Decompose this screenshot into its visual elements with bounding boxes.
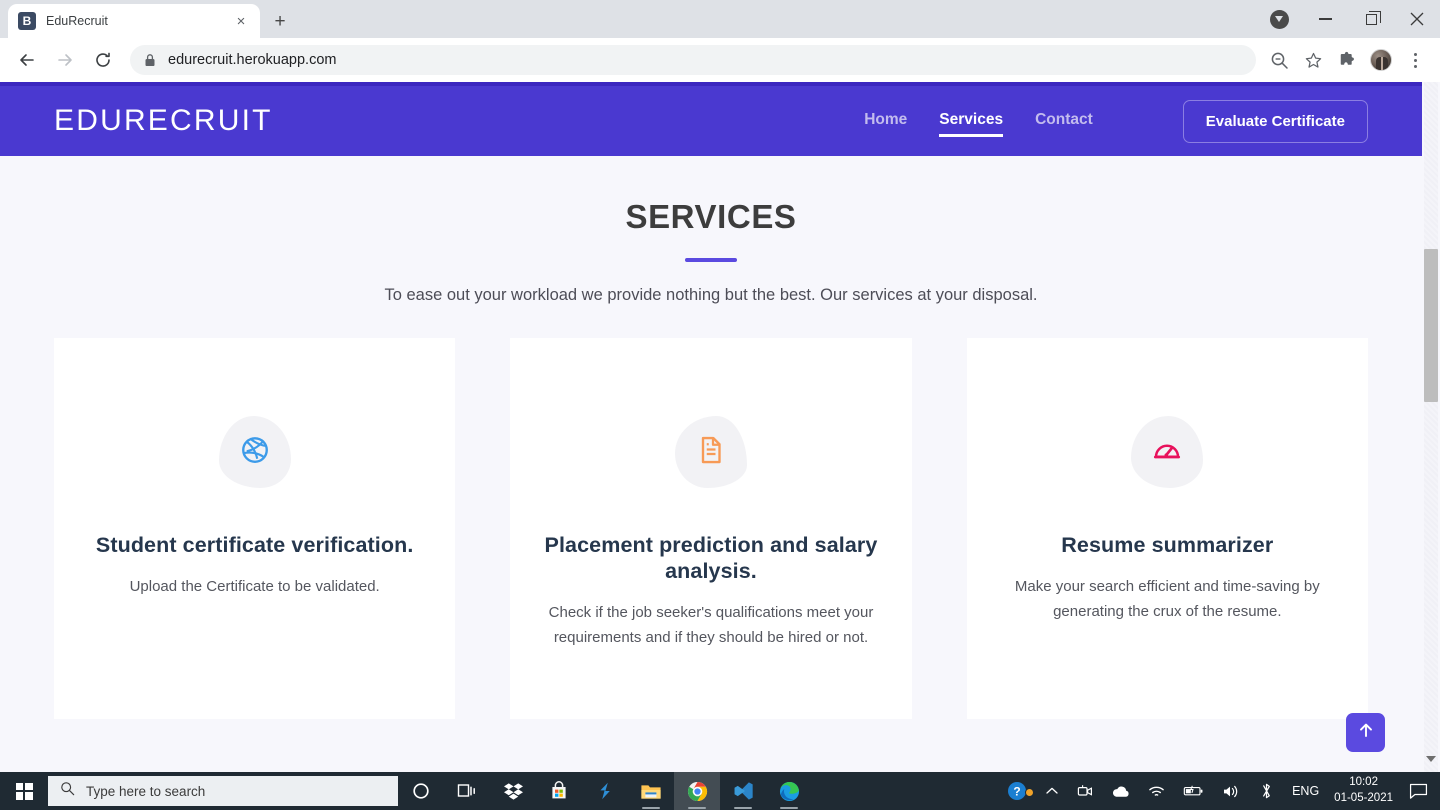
site-nav: Home Services Contact Evaluate Certifica… [864,99,1368,143]
url-text: edurecruit.herokuapp.com [168,52,337,68]
scrollbar-track[interactable] [1424,82,1438,772]
bluetooth-icon[interactable] [1250,783,1283,799]
site-logo[interactable]: EDURECRUIT [54,104,273,138]
file-explorer-icon[interactable] [628,772,674,810]
task-view-icon[interactable] [444,772,490,810]
restore-button[interactable] [1348,0,1394,38]
page-title: SERVICES [625,198,797,235]
title-accent-bar [685,258,737,262]
card-description: Check if the job seeker's qualifications… [548,604,874,646]
scrollbar-thumb[interactable] [1424,249,1438,402]
svg-text:?: ? [1013,784,1020,798]
service-card[interactable]: Student certificate verification. Upload… [54,338,456,719]
vs-code-icon[interactable] [720,772,766,810]
nav-item-services[interactable]: Services [939,111,1003,137]
taskbar-search-input[interactable]: Type here to search [48,776,398,806]
card-title: Placement prediction and salary analysis… [544,533,878,584]
page-viewport: EDURECRUIT Home Services Contact Evaluat… [0,82,1440,772]
taskbar-clock[interactable]: 10:02 01-05-2021 [1328,775,1403,806]
icon-blob [674,416,747,488]
show-hidden-icons-chevron[interactable] [1036,785,1068,797]
help-badge [1025,788,1035,797]
browser-tab[interactable]: B EduRecruit × [8,4,260,38]
web-page: EDURECRUIT Home Services Contact Evaluat… [0,82,1422,772]
speedometer-gauge-icon [1152,435,1182,470]
back-arrow-icon[interactable] [8,43,46,77]
card-description: Upload the Certificate to be validated. [129,578,380,596]
page-scrollbar[interactable] [1422,82,1440,772]
nav-item-contact[interactable]: Contact [1035,111,1093,132]
forward-arrow-icon [46,43,84,77]
microsoft-store-icon[interactable] [536,772,582,810]
arrow-up-icon [1357,721,1375,744]
profile-avatar[interactable] [1364,43,1398,77]
zoom-out-icon[interactable] [1262,43,1296,77]
notifications-icon[interactable] [1403,783,1440,800]
minimize-button[interactable] [1302,0,1348,38]
search-icon [60,781,75,801]
address-bar[interactable]: edurecruit.herokuapp.com [130,45,1256,75]
dribbble-basketball-icon [240,435,270,470]
icon-blob [1131,416,1204,488]
close-button[interactable] [1394,0,1440,38]
language-indicator[interactable]: ENG [1283,784,1328,798]
site-header: EDURECRUIT Home Services Contact Evaluat… [0,86,1422,156]
wifi-icon[interactable] [1139,784,1174,798]
icon-blob [218,416,291,488]
lock-icon [144,53,156,67]
service-card[interactable]: Placement prediction and salary analysis… [510,338,912,719]
clock-date: 01-05-2021 [1334,792,1393,804]
browser-window: B EduRecruit × + edurecruit.herokuapp.co… [0,0,1440,772]
microsoft-edge-icon[interactable] [766,772,812,810]
scroll-to-top-button[interactable] [1346,713,1385,752]
windows-taskbar: Type here to search ? ENG 10:02 01-05-20… [0,772,1440,810]
card-title: Resume summarizer [1061,533,1274,557]
battery-icon[interactable] [1174,784,1213,798]
window-controls [1256,0,1440,38]
cortana-circle-icon[interactable] [398,772,444,810]
help-question-icon[interactable]: ? [998,781,1036,801]
services-section: SERVICES To ease out your workload we pr… [0,156,1422,719]
webcam-icon[interactable] [1068,784,1102,799]
extensions-puzzle-icon[interactable] [1330,43,1364,77]
sublime-text-icon[interactable] [582,772,628,810]
bootstrap-favicon: B [18,12,36,30]
scrollbar-down-arrow[interactable] [1426,756,1436,762]
tab-strip: B EduRecruit × + [0,0,1440,38]
evaluate-certificate-button[interactable]: Evaluate Certificate [1182,99,1368,143]
new-tab-button[interactable]: + [266,7,294,35]
nav-item-home[interactable]: Home [864,111,907,132]
search-placeholder-text: Type here to search [86,783,206,799]
clock-time: 10:02 [1349,776,1378,789]
close-icon[interactable]: × [232,12,250,30]
system-tray: ? ENG 10:02 01-05-2021 [998,772,1440,810]
windows-start-icon[interactable] [0,772,48,810]
tab-title: EduRecruit [46,14,108,28]
chrome-menu-kebab-icon[interactable] [1398,43,1432,77]
language-label: ENG [1292,784,1320,798]
document-lines-icon [696,435,726,470]
browser-toolbar: edurecruit.herokuapp.com [0,38,1440,82]
section-subtitle: To ease out your workload we provide not… [384,286,1038,304]
downloads-icon[interactable] [1256,0,1302,38]
bookmark-star-icon[interactable] [1296,43,1330,77]
dropbox-icon[interactable] [490,772,536,810]
google-chrome-icon[interactable] [674,772,720,810]
service-cards: Student certificate verification. Upload… [0,338,1422,719]
card-title: Student certificate verification. [95,533,414,557]
volume-icon[interactable] [1213,784,1250,799]
onedrive-cloud-icon[interactable] [1102,785,1139,798]
card-description: Make your search efficient and time-savi… [1014,578,1320,620]
service-card[interactable]: Resume summarizer Make your search effic… [966,338,1368,719]
reload-icon[interactable] [84,43,122,77]
